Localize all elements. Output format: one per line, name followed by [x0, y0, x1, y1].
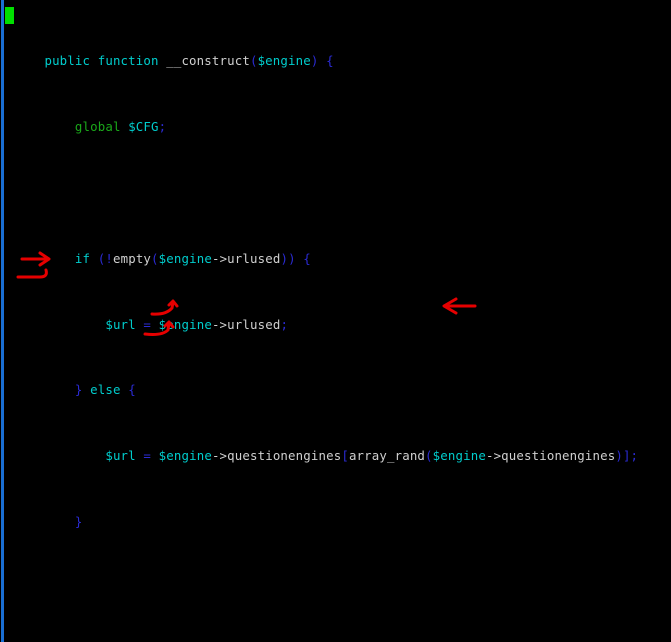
- arrow-to-soap-1-1-constant: [442, 297, 477, 315]
- annotation-overlay: [16, 251, 477, 336]
- code-editor-window[interactable]: public function __construct($engine) { g…: [0, 0, 671, 642]
- arrow-to-soap-version-key: [150, 299, 179, 316]
- arrow-to-exceptions-key: [143, 320, 175, 336]
- arrow-to-active-soapclient-line: [16, 268, 48, 279]
- arrow-to-commented-soapclient-line: [20, 251, 51, 267]
